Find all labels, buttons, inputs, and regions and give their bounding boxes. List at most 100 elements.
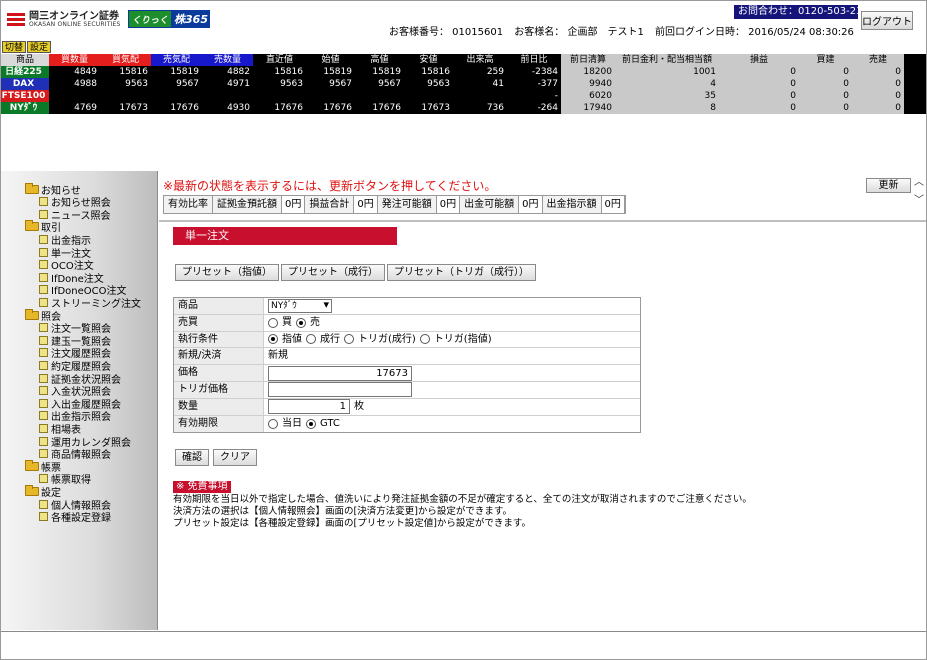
funds-value: 0円 [354, 196, 378, 213]
ticker-row[interactable]: 日経225 4849 15816 15819 4882 15816 15819 15819 15… [1, 66, 926, 78]
ticker-cell: 17676 [306, 102, 355, 114]
ticker-col-header: 直近値 [253, 54, 306, 66]
ticker-col-header: 買数量 [49, 54, 100, 66]
expiry-today-radio[interactable] [268, 418, 278, 429]
preset-limit-button[interactable]: プリセット（指値） [175, 264, 279, 281]
funds-value: 0円 [282, 196, 306, 213]
folder-icon [25, 459, 39, 471]
clear-button[interactable]: クリア [213, 449, 257, 466]
exec-trigger-market-radio[interactable] [344, 334, 354, 345]
page-icon [39, 474, 48, 484]
scroll-down-icon[interactable]: ﹀ [913, 195, 925, 207]
ticker-col-header: 売建 [852, 54, 904, 66]
ticker-product-name[interactable]: DAX [1, 78, 49, 90]
page-title: 単一注文 [173, 227, 397, 245]
refresh-warning: ※最新の状態を表示するには、更新ボタンを押してください。 [163, 179, 497, 193]
ticker-cell [49, 90, 100, 102]
page-icon [39, 297, 48, 307]
preset-market-button[interactable]: プリセット（成行） [281, 264, 385, 281]
quantity-label: 数量 [174, 398, 264, 415]
ticker-cell: - [507, 90, 561, 102]
funds-label: 出金指示額 [543, 196, 602, 213]
ticker-cell: 15816 [100, 66, 151, 78]
ticker-cell [151, 90, 202, 102]
exec-trigger-limit-label: トリガ(指値) [433, 333, 492, 345]
ticker-cell: 17673 [100, 102, 151, 114]
ticker-cell: 0 [799, 66, 852, 78]
footer-line [1, 631, 926, 632]
ticker-col-header: 商品 [1, 54, 49, 66]
page-icon [39, 285, 48, 295]
page-icon [39, 272, 48, 282]
product-select[interactable]: NYﾀﾞｳ [268, 298, 332, 313]
funds-label: 有効比率 [164, 196, 213, 213]
page-icon [39, 386, 48, 396]
folder-icon [25, 182, 39, 194]
scroll-up-icon[interactable]: ︿ [913, 177, 925, 189]
ticker-cell [404, 90, 453, 102]
preset-trigger-market-button[interactable]: プリセット（トリガ（成行）） [387, 264, 536, 281]
ticker-col-header: 売気配 [151, 54, 202, 66]
ticker-row[interactable]: DAX 4988 9563 9567 4971 9563 9567 9567 9563 41 -37… [1, 78, 926, 90]
ticker-cell: 41 [453, 78, 507, 90]
ticker-cell: 736 [453, 102, 507, 114]
ticker-settings-button[interactable]: 設定 [27, 41, 52, 53]
funds-summary: 有効比率 証拠金預託額 0円 損益合計 0円 発注可能額 0円 出金可能額 0円… [163, 195, 626, 214]
ticker-row[interactable]: FTSE100-6020 35 0 0 0 [1, 90, 926, 102]
price-input[interactable]: 17673 [268, 365, 412, 381]
expiry-today-label: 当日 [282, 417, 302, 429]
header: 岡三オンライン証券 OKASAN ONLINE SECURITIES くりっく … [1, 1, 926, 39]
ticker-cell [355, 90, 404, 102]
ticker-cell: -264 [507, 102, 561, 114]
exec-trigger-limit-radio[interactable] [419, 334, 430, 345]
confirm-button[interactable]: 確認 [175, 449, 209, 466]
disclaimer-tag: ※ 免責事項 [173, 481, 231, 493]
ticker-cell: 15816 [253, 66, 306, 78]
page-icon [39, 348, 48, 358]
ticker-col-header: 始値 [306, 54, 355, 66]
logout-button[interactable]: ログアウト [861, 11, 913, 30]
ticker-product-name[interactable]: FTSE100 [1, 90, 49, 102]
expiry-gtc-label: GTC [320, 417, 340, 429]
ticker-cell: 17676 [151, 102, 202, 114]
ticker-tabs: 切替 設定 [2, 41, 52, 53]
ticker-cell: 9940 [561, 78, 615, 90]
side-label: 売買 [174, 314, 264, 331]
ticker-cell [453, 90, 507, 102]
ticker-cell: 0 [719, 90, 799, 102]
page-icon [39, 449, 48, 459]
ticker-col-header: 前日比 [507, 54, 561, 66]
funds-value: 0円 [436, 196, 461, 213]
page-icon [39, 197, 48, 207]
ticker-cell: 4882 [202, 66, 253, 78]
ticker-cell: 9563 [100, 78, 151, 90]
side-buy-radio[interactable] [268, 317, 278, 328]
preset-buttons: プリセット（指値） プリセット（成行） プリセット（トリガ（成行）） [175, 264, 536, 281]
page-icon [39, 512, 48, 522]
side-sell-radio[interactable] [296, 317, 306, 328]
nav-item[interactable]: 各種設定登録 [39, 511, 111, 524]
refresh-button[interactable]: 更新 [866, 178, 911, 193]
exec-limit-radio[interactable] [268, 334, 278, 345]
price-label: 価格 [174, 365, 264, 381]
main-content: ※最新の状態を表示するには、更新ボタンを押してください。 更新 ︿ ﹀ 有効比率… [159, 171, 926, 630]
ticker-cell [253, 90, 306, 102]
page-icon [39, 373, 48, 383]
trigger-price-input[interactable] [268, 382, 412, 398]
newclose-label: 新規/決済 [174, 348, 264, 365]
ticker-product-name[interactable]: 日経225 [1, 66, 49, 78]
exec-limit-label: 指値 [282, 333, 302, 345]
ticker-col-header: 損益 [719, 54, 799, 66]
expiry-gtc-radio[interactable] [306, 418, 316, 429]
exec-market-radio[interactable] [306, 334, 316, 345]
sidebar-nav: お知らせ お知らせ照会 ニュース照会 取引 出金指示 単一注文 OCO注文 IfDone注文 I… [1, 171, 158, 630]
ticker-cell: 15819 [306, 66, 355, 78]
ticker-product-name[interactable]: NYﾀﾞｳ [1, 102, 49, 114]
ticker-col-header: 出来高 [453, 54, 507, 66]
quantity-input[interactable]: 1 [268, 399, 350, 415]
ticker-cell: 15819 [151, 66, 202, 78]
ticker-switch-button[interactable]: 切替 [2, 41, 27, 53]
ticker-cell: 17676 [253, 102, 306, 114]
contact-phone: お問合わせ：0120-503-239 [734, 5, 869, 19]
ticker-row[interactable]: NYﾀﾞｳ 4769 17673 17676 4930 17676 17676 17676 17… [1, 102, 926, 114]
